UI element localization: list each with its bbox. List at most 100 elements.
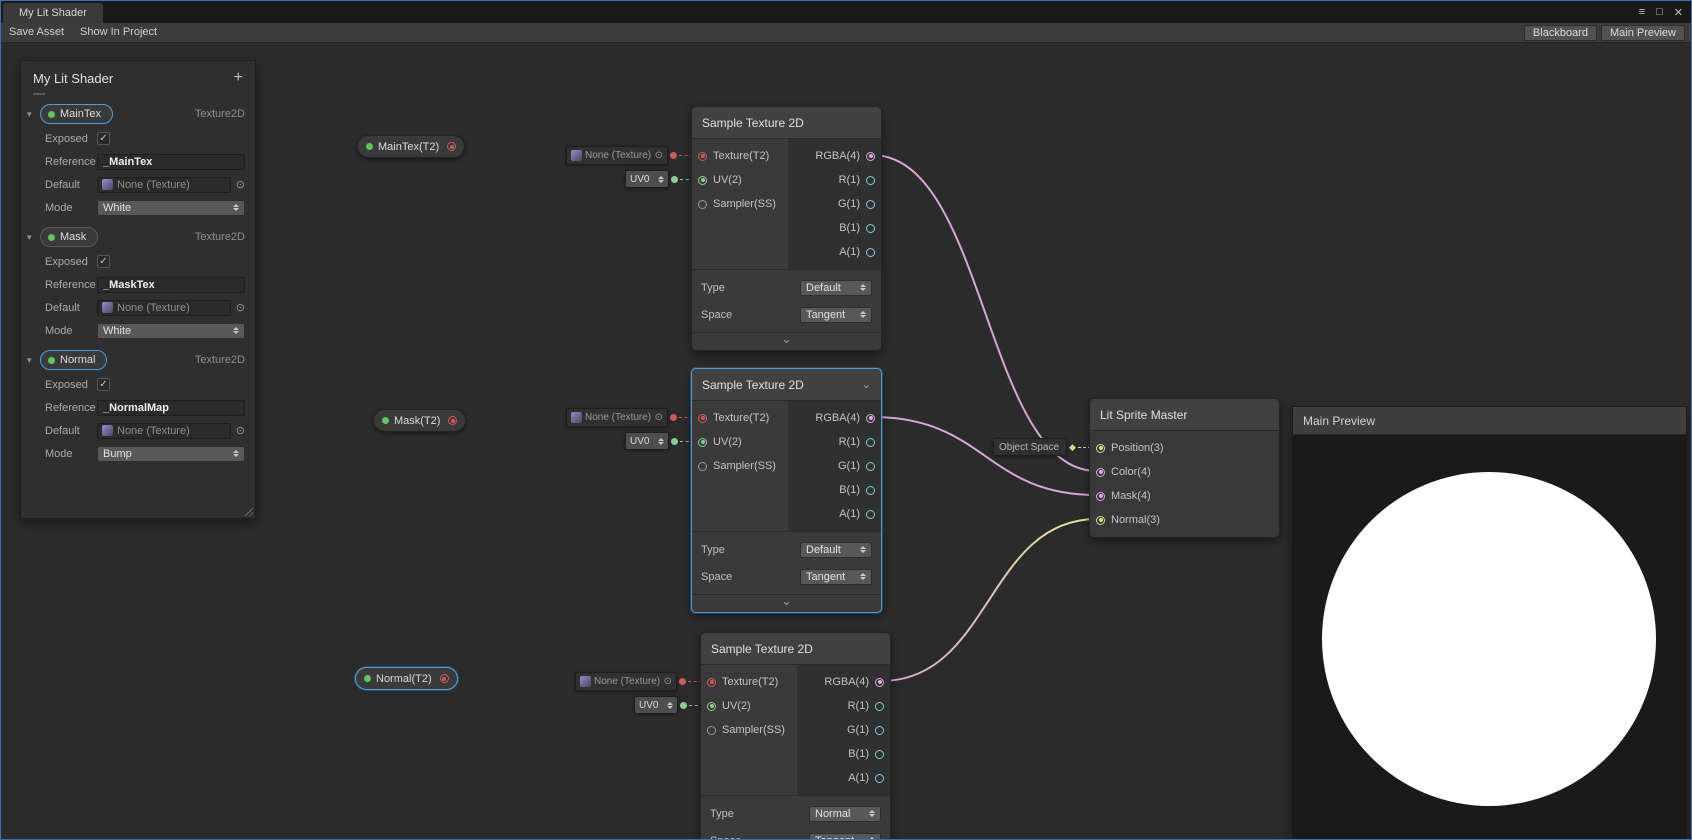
texture-output-port[interactable] [447,142,456,151]
object-picker-icon[interactable]: ⊙ [236,178,245,191]
g-output-port[interactable] [866,200,875,209]
r-output-port[interactable] [875,702,884,711]
widget-port[interactable] [680,702,687,709]
edge-rgba-to-normal[interactable] [881,519,1097,681]
add-property-button[interactable]: + [234,69,243,87]
object-picker-icon[interactable]: ⊙ [664,676,672,687]
widget-port[interactable] [679,678,686,685]
exposed-checkbox[interactable]: ✓ [97,132,110,145]
color-input-port[interactable] [1096,468,1105,477]
space-dropdown[interactable]: Tangent [809,833,881,840]
sampler-input-port[interactable] [707,726,716,735]
object-picker-icon[interactable]: ⊙ [236,424,245,437]
g-output-port[interactable] [866,462,875,471]
default-object-field[interactable]: None (Texture) [97,423,231,439]
texture-object-field[interactable]: None (Texture) ⊙ [566,146,668,165]
main-preview-header[interactable]: Main Preview [1293,407,1686,435]
normal-input-port[interactable] [1096,516,1105,525]
uv-channel-dropdown[interactable]: UV0 [625,170,669,188]
reference-input[interactable]: _MainTex [97,154,245,170]
texture-object-field[interactable]: None (Texture) ⊙ [575,672,677,691]
texture-object-field[interactable]: None (Texture) ⊙ [566,408,668,427]
texture-input-port[interactable] [707,678,716,687]
resize-grip[interactable] [243,506,253,516]
rgba-output-port[interactable] [875,678,884,687]
chevron-down-icon[interactable]: ▾ [27,355,40,366]
lit-sprite-master-node[interactable]: Lit Sprite Master Position(3) Color(4) M… [1089,398,1280,538]
sample-texture-2d-node-2[interactable]: Sample Texture 2D ⌄ Texture(T2) UV(2) S [691,368,882,613]
blackboard-panel[interactable]: My Lit Shader + ▾ MainTex Texture2D Expo… [20,60,256,519]
reference-input[interactable]: _NormalMap [97,400,245,416]
space-dropdown[interactable]: Tangent [800,307,872,323]
uv-input-port[interactable] [707,702,716,711]
property-node-maintex[interactable]: MainTex(T2) [357,135,465,158]
object-picker-icon[interactable]: ⊙ [655,150,663,161]
type-dropdown[interactable]: Default [800,542,872,558]
property-node-mask[interactable]: Mask(T2) [373,409,466,432]
b-output-port[interactable] [866,486,875,495]
node-title[interactable]: Sample Texture 2D [701,633,890,665]
sample-texture-2d-node-1[interactable]: Sample Texture 2D Texture(T2) UV(2) Samp… [691,106,882,351]
r-output-port[interactable] [866,176,875,185]
sampler-input-port[interactable] [698,462,707,471]
preview-viewport[interactable] [1293,435,1686,840]
property-header[interactable]: ▾ Normal Texture2D [21,347,255,373]
object-picker-icon[interactable]: ⊙ [236,301,245,314]
texture-input-port[interactable] [698,152,707,161]
blackboard-header[interactable]: My Lit Shader + [21,61,255,101]
default-object-field[interactable]: None (Texture) [97,177,231,193]
show-in-project-button[interactable]: Show In Project [72,23,165,42]
collapse-button[interactable]: ⌄ [692,594,881,612]
type-dropdown[interactable]: Normal [809,806,881,822]
widget-port[interactable] [671,176,678,183]
sampler-input-port[interactable] [698,200,707,209]
r-output-port[interactable] [866,438,875,447]
g-output-port[interactable] [875,726,884,735]
texture-input-port[interactable] [698,414,707,423]
collapse-button[interactable]: ⌄ [692,332,881,350]
a-output-port[interactable] [875,774,884,783]
maximize-icon[interactable]: □ [1656,6,1663,19]
space-dropdown[interactable]: Tangent [800,569,872,585]
a-output-port[interactable] [866,248,875,257]
reference-input[interactable]: _MaskTex [97,277,245,293]
position-input-port[interactable] [1096,444,1105,453]
type-dropdown[interactable]: Default [800,280,872,296]
mode-dropdown[interactable]: White [97,323,245,339]
property-pill[interactable]: Normal [40,350,107,370]
chevron-down-icon[interactable]: ▾ [27,109,40,120]
blackboard-toggle-button[interactable]: Blackboard [1524,25,1597,41]
exposed-checkbox[interactable]: ✓ [97,378,110,391]
graph-canvas[interactable]: MainTex(T2) Mask(T2) Normal(T2) None (Te… [1,43,1692,840]
property-pill[interactable]: Mask [40,227,98,247]
property-header[interactable]: ▾ Mask Texture2D [21,224,255,250]
edge-rgba-to-color[interactable] [872,155,1097,471]
property-header[interactable]: ▾ MainTex Texture2D [21,101,255,127]
edge-rgba-to-mask[interactable] [872,417,1097,495]
window-tab[interactable]: My Lit Shader [3,3,103,23]
rgba-output-port[interactable] [866,152,875,161]
object-picker-icon[interactable]: ⊙ [655,412,663,423]
chevron-down-icon[interactable]: ▾ [27,232,40,243]
node-title[interactable]: Sample Texture 2D [692,107,881,139]
b-output-port[interactable] [875,750,884,759]
mode-dropdown[interactable]: Bump [97,446,245,462]
chevron-down-icon[interactable]: ⌄ [862,378,871,391]
a-output-port[interactable] [866,510,875,519]
main-preview-panel[interactable]: Main Preview [1292,406,1687,840]
uv-channel-dropdown[interactable]: UV0 [625,432,669,450]
widget-port[interactable] [670,152,677,159]
b-output-port[interactable] [866,224,875,233]
exposed-checkbox[interactable]: ✓ [97,255,110,268]
main-preview-toggle-button[interactable]: Main Preview [1601,25,1685,41]
uv-input-port[interactable] [698,176,707,185]
mode-dropdown[interactable]: White [97,200,245,216]
sample-texture-2d-node-3[interactable]: Sample Texture 2D Texture(T2) UV(2) Samp… [700,632,891,840]
mask-input-port[interactable] [1096,492,1105,501]
node-title[interactable]: Lit Sprite Master [1090,399,1279,431]
texture-output-port[interactable] [440,674,449,683]
property-node-normal[interactable]: Normal(T2) [355,667,458,690]
default-object-field[interactable]: None (Texture) [97,300,231,316]
position-space-dropdown[interactable]: Object Space [993,438,1067,456]
property-pill[interactable]: MainTex [40,104,113,124]
